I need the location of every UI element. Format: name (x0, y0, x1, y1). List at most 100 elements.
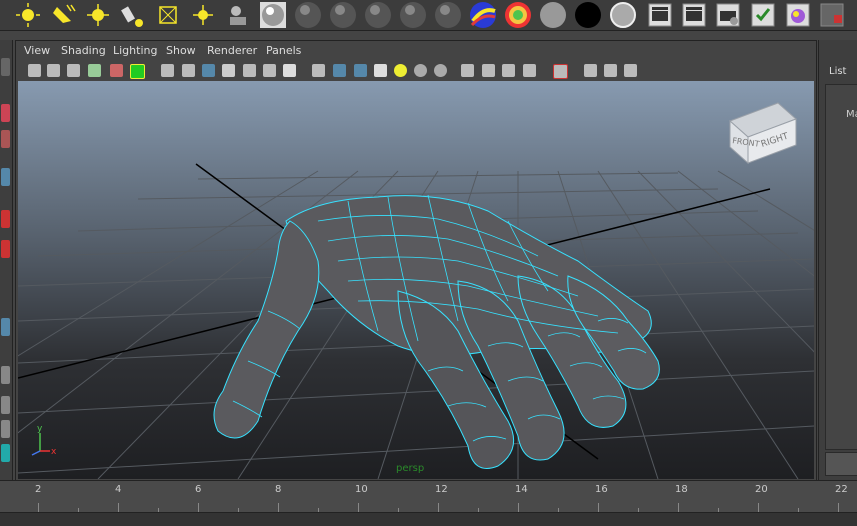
time-tick-label: 20 (755, 484, 768, 495)
perspective-viewport[interactable]: persp FRONT RIGHT y x (18, 81, 814, 479)
time-tick-label: 4 (115, 484, 122, 495)
layout-four-icon[interactable] (1, 396, 10, 414)
grid-toggle-icon[interactable] (161, 64, 174, 77)
gray-sphere-icon[interactable] (504, 1, 532, 29)
shelf (0, 0, 857, 31)
panel-toolbar (16, 61, 816, 81)
gray-ring-icon[interactable] (609, 1, 637, 29)
black-sphere-icon[interactable] (539, 1, 567, 29)
layout-single-icon[interactable] (1, 366, 10, 384)
two-d-pan-zoom-icon[interactable] (110, 64, 123, 77)
lambert-sphere-icon[interactable] (329, 1, 357, 29)
ipr-clapper-icon[interactable] (680, 1, 708, 29)
time-slider[interactable]: 2 4 6 8 10 12 14 16 18 20 22 (0, 480, 857, 513)
gray-swatch-icon[interactable] (574, 1, 602, 29)
grease-pencil-icon[interactable] (130, 64, 145, 79)
time-tick-label: 18 (675, 484, 688, 495)
anisotropic-sphere-icon[interactable] (399, 1, 427, 29)
field-chart-icon[interactable] (243, 64, 256, 77)
material-sphere-icon[interactable] (259, 1, 287, 29)
screen-space-ao-icon[interactable] (434, 64, 447, 77)
view-cube[interactable]: FRONT RIGHT (729, 102, 797, 165)
select-tool-icon[interactable] (1, 58, 10, 76)
channel-box-area: Ma (825, 84, 857, 450)
menu-view[interactable]: View (24, 44, 50, 57)
render-light-icon[interactable] (224, 1, 252, 29)
shadows-icon[interactable] (414, 64, 427, 77)
paint-tool-icon[interactable] (1, 130, 10, 148)
move-tool-icon[interactable] (1, 168, 10, 186)
time-tick-label: 12 (435, 484, 448, 495)
time-tick-label: 8 (275, 484, 282, 495)
directional-light-icon[interactable] (189, 1, 217, 29)
viewport-panel: View Shading Lighting Show Renderer Pane… (15, 40, 817, 482)
safe-action-icon[interactable] (263, 64, 276, 77)
render-view-icon[interactable] (818, 1, 846, 29)
manipulator-tool-icon[interactable] (1, 318, 10, 336)
axis-x-label: x (51, 447, 57, 457)
time-tick-label: 2 (35, 484, 42, 495)
motion-blur-icon[interactable] (461, 64, 474, 77)
anti-aliasing-icon[interactable] (482, 64, 495, 77)
menu-panels[interactable]: Panels (266, 44, 301, 57)
point-light-icon[interactable] (14, 1, 42, 29)
channel-box-label: Ma (846, 109, 857, 120)
select-camera-icon[interactable] (28, 64, 41, 77)
render-clapper-icon[interactable] (646, 1, 674, 29)
tool-box (0, 40, 13, 480)
persp-label: persp (396, 463, 424, 474)
depth-of-field-icon[interactable] (502, 64, 515, 77)
spot-light-icon[interactable] (49, 1, 77, 29)
lasso-tool-icon[interactable] (1, 104, 10, 122)
xray-icon[interactable] (553, 64, 568, 79)
resolution-gate-icon[interactable] (202, 64, 215, 77)
viewport-scene: persp FRONT RIGHT y x (18, 102, 814, 479)
hypershade-icon[interactable] (784, 1, 812, 29)
bookmarks-icon[interactable] (67, 64, 80, 77)
use-all-lights-icon[interactable] (394, 64, 407, 77)
wireframe-icon[interactable] (312, 64, 325, 77)
textured-icon[interactable] (374, 64, 387, 77)
xray-joints-icon[interactable] (584, 64, 597, 77)
time-tick-label: 6 (195, 484, 202, 495)
volume-light-icon[interactable] (154, 1, 182, 29)
batch-render-icon[interactable] (714, 1, 742, 29)
ramp-sphere-icon[interactable] (469, 1, 497, 29)
menu-lighting[interactable]: Lighting (113, 44, 157, 57)
camera-attributes-icon[interactable] (47, 64, 60, 77)
wireframe-on-shaded-icon[interactable] (354, 64, 367, 77)
time-tick-label: 10 (355, 484, 368, 495)
render-settings-icon[interactable] (749, 1, 777, 29)
range-slider[interactable] (0, 512, 857, 526)
scale-tool-icon[interactable] (1, 240, 10, 258)
film-gate-icon[interactable] (182, 64, 195, 77)
safe-title-icon[interactable] (283, 64, 296, 77)
hand-mesh[interactable] (213, 194, 660, 469)
phong-sphere-icon[interactable] (364, 1, 392, 29)
backface-culling-icon[interactable] (604, 64, 617, 77)
time-tick-label: 22 (835, 484, 848, 495)
isolate-select-icon[interactable] (523, 64, 536, 77)
menu-shading[interactable]: Shading (61, 44, 106, 57)
layout-outliner-icon[interactable] (1, 444, 10, 462)
panel-menu-bar: View Shading Lighting Show Renderer Pane… (16, 41, 816, 61)
gate-mask-icon[interactable] (222, 64, 235, 77)
list-tab[interactable]: List (829, 66, 846, 77)
smooth-shade-icon[interactable] (333, 64, 346, 77)
channel-box-button[interactable] (825, 452, 857, 476)
menu-show[interactable]: Show (166, 44, 196, 57)
blinn-sphere-icon[interactable] (294, 1, 322, 29)
time-tick-label: 14 (515, 484, 528, 495)
ambient-light-icon[interactable] (119, 1, 147, 29)
rotate-tool-icon[interactable] (1, 210, 10, 228)
time-tick-label: 16 (595, 484, 608, 495)
area-light-icon[interactable] (84, 1, 112, 29)
surface-shader-icon[interactable] (434, 1, 462, 29)
layout-two-icon[interactable] (1, 420, 10, 438)
axis-y-label: y (37, 424, 43, 434)
axis-gizmo: y x (31, 424, 57, 457)
image-plane-icon[interactable] (88, 64, 101, 77)
menu-renderer[interactable]: Renderer (207, 44, 257, 57)
channel-box-panel: List Ma (818, 40, 857, 480)
share-icon[interactable] (624, 64, 637, 77)
